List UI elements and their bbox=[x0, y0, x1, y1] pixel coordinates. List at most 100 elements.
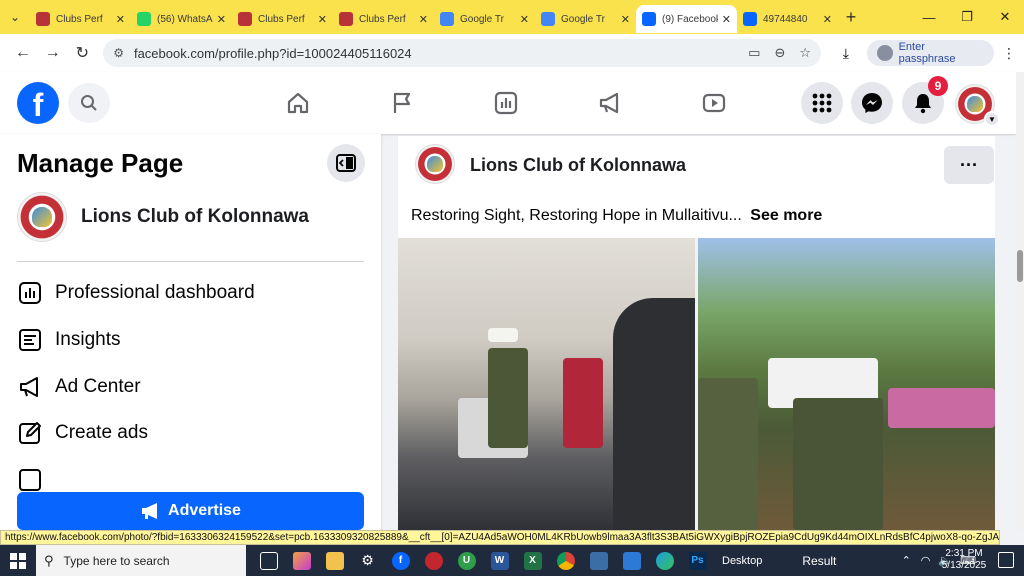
edge-icon[interactable] bbox=[648, 545, 681, 576]
address-url[interactable]: facebook.com/profile.php?id=100024405116… bbox=[134, 46, 734, 61]
home-icon bbox=[287, 92, 309, 114]
notification-center-icon[interactable] bbox=[998, 552, 1014, 568]
nav-ads-tab[interactable] bbox=[590, 84, 630, 122]
browser-tab[interactable]: Clubs Perf ✕ bbox=[232, 5, 333, 33]
tab-close-icon[interactable]: ✕ bbox=[823, 13, 832, 26]
photo-detail bbox=[793, 398, 883, 530]
taskbar-search[interactable]: ⚲ Type here to search bbox=[36, 545, 246, 576]
menu-label: Insights bbox=[55, 329, 121, 350]
calculator-icon[interactable] bbox=[582, 545, 615, 576]
taskbar-clock[interactable]: 2:31 PM 5/13/2025 bbox=[934, 548, 994, 572]
whatsapp-icon bbox=[137, 12, 151, 26]
menu-label: Create ads bbox=[55, 422, 148, 443]
search-icon bbox=[81, 95, 97, 111]
windows-start-button[interactable] bbox=[0, 545, 36, 576]
address-bar[interactable]: ⚙ facebook.com/profile.php?id=1000244051… bbox=[103, 39, 821, 67]
advertise-button[interactable]: Advertise bbox=[17, 492, 364, 530]
wifi-icon[interactable]: ◠ bbox=[921, 554, 931, 567]
post-author-name[interactable]: Lions Club of Kolonnawa bbox=[470, 155, 686, 176]
menu-create-ads[interactable]: Create ads bbox=[17, 418, 148, 448]
see-more-link[interactable]: See more bbox=[750, 207, 822, 224]
nav-home-tab[interactable] bbox=[278, 84, 318, 122]
manage-page-panel: Manage Page Lions Club of Kolonnawa Prof… bbox=[0, 134, 381, 530]
grid-menu-icon bbox=[812, 93, 832, 113]
tab-label: (56) WhatsApp bbox=[157, 13, 213, 25]
tab-close-icon[interactable]: ✕ bbox=[116, 13, 125, 26]
cast-icon[interactable]: ▭ bbox=[748, 45, 760, 61]
edit-icon bbox=[17, 420, 43, 446]
back-button[interactable]: ← bbox=[8, 38, 38, 68]
scrollbar-thumb[interactable] bbox=[1017, 250, 1023, 282]
copilot-icon[interactable] bbox=[285, 545, 318, 576]
bookmark-star-icon[interactable]: ☆ bbox=[799, 45, 811, 61]
browser-menu-icon[interactable]: ⋮ bbox=[1002, 45, 1016, 62]
translate-icon bbox=[541, 12, 555, 26]
fb-search-button[interactable] bbox=[68, 83, 110, 123]
window-controls: — ❐ ✕ bbox=[910, 0, 1024, 34]
close-window-icon[interactable]: ✕ bbox=[986, 0, 1024, 34]
browser-tab[interactable]: Clubs Perf ✕ bbox=[333, 5, 434, 33]
forward-button[interactable]: → bbox=[38, 38, 68, 68]
excel-icon[interactable]: X bbox=[516, 545, 549, 576]
profile-avatar[interactable]: ▼ bbox=[955, 84, 1000, 127]
file-explorer-icon[interactable] bbox=[318, 545, 351, 576]
site-info-icon[interactable]: ⚙ bbox=[113, 46, 124, 60]
browser-tab[interactable]: (9) Facebook ✕ bbox=[636, 5, 737, 33]
browser-tab[interactable]: Google Tr ✕ bbox=[535, 5, 636, 33]
browser-tab[interactable]: (56) WhatsApp ✕ bbox=[131, 5, 232, 33]
menu-insights[interactable]: Insights bbox=[17, 325, 120, 355]
megaphone-icon bbox=[142, 503, 158, 519]
browser-tab[interactable]: 49744840 ✕ bbox=[737, 5, 838, 33]
tab-label: Google Tr bbox=[561, 13, 605, 25]
new-tab-button[interactable]: + bbox=[838, 7, 864, 28]
messenger-button[interactable] bbox=[851, 82, 893, 124]
tray-chevron-icon[interactable]: ⌃ bbox=[902, 554, 911, 567]
zoom-icon[interactable]: ⊖ bbox=[774, 45, 785, 61]
browser-tab[interactable]: Clubs Perf ✕ bbox=[30, 5, 131, 33]
managed-page-link[interactable]: Lions Club of Kolonnawa bbox=[17, 192, 309, 242]
word-icon[interactable]: W bbox=[483, 545, 516, 576]
tab-close-icon[interactable]: ✕ bbox=[621, 13, 630, 26]
menu-grid-button[interactable] bbox=[801, 82, 843, 124]
page-scrollbar[interactable] bbox=[1016, 72, 1024, 530]
passphrase-button[interactable]: Enter passphrase bbox=[866, 40, 994, 66]
tab-search-chevron-icon[interactable]: ⌄ bbox=[0, 0, 30, 34]
lions-logo-heart bbox=[32, 207, 52, 227]
result-widget[interactable]: Result bbox=[802, 554, 836, 568]
nav-dashboard-tab[interactable] bbox=[486, 84, 526, 122]
photoshop-icon[interactable]: Ps bbox=[681, 545, 714, 576]
minimize-icon[interactable]: — bbox=[910, 0, 948, 34]
maximize-icon[interactable]: ❐ bbox=[948, 0, 986, 34]
tabs-container: Clubs Perf✕(56) WhatsApp✕Clubs Perf✕Club… bbox=[30, 1, 838, 33]
desktop-toolbar-label[interactable]: Desktop bbox=[722, 555, 762, 567]
tab-close-icon[interactable]: ✕ bbox=[520, 13, 529, 26]
tab-close-icon[interactable]: ✕ bbox=[722, 13, 731, 26]
photos-icon[interactable] bbox=[615, 545, 648, 576]
menu-item-partial[interactable] bbox=[17, 465, 43, 495]
tab-close-icon[interactable]: ✕ bbox=[318, 13, 327, 26]
nav-pages-tab[interactable] bbox=[382, 84, 422, 122]
photo-detail bbox=[488, 348, 528, 448]
nav-video-tab[interactable] bbox=[694, 84, 734, 122]
app-red-icon[interactable] bbox=[417, 545, 450, 576]
download-icon[interactable]: ⤓ bbox=[831, 45, 861, 62]
facebook-logo[interactable]: f bbox=[17, 82, 59, 124]
tab-close-icon[interactable]: ✕ bbox=[217, 13, 226, 26]
menu-label: Professional dashboard bbox=[55, 282, 255, 303]
post-photo-2[interactable] bbox=[698, 238, 995, 530]
post-options-button[interactable]: ··· bbox=[944, 146, 994, 184]
post-photo-1[interactable] bbox=[398, 238, 695, 530]
post-author-avatar[interactable] bbox=[415, 144, 455, 184]
menu-ad-center[interactable]: Ad Center bbox=[17, 372, 141, 402]
facebook-app-icon[interactable]: f bbox=[384, 545, 417, 576]
collapse-panel-button[interactable] bbox=[327, 144, 365, 182]
app-green-icon[interactable]: U bbox=[450, 545, 483, 576]
browser-tab[interactable]: Google Tr ✕ bbox=[434, 5, 535, 33]
settings-icon[interactable]: ⚙ bbox=[351, 545, 384, 576]
reload-button[interactable]: ↻ bbox=[67, 38, 97, 68]
translate-icon bbox=[440, 12, 454, 26]
chrome-icon[interactable] bbox=[549, 545, 582, 576]
tab-close-icon[interactable]: ✕ bbox=[419, 13, 428, 26]
menu-professional-dashboard[interactable]: Professional dashboard bbox=[17, 278, 255, 308]
task-view-icon[interactable] bbox=[252, 545, 285, 576]
